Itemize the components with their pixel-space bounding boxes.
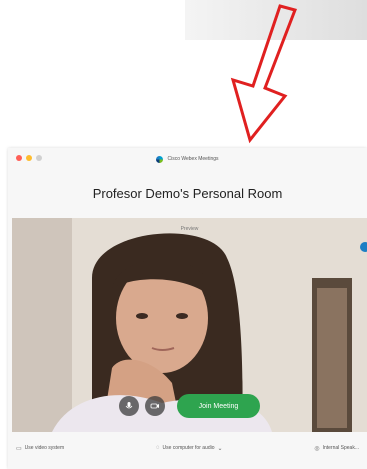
audio-connection-select[interactable]: ◌ Use computer for audio ⌄: [156, 445, 223, 452]
bottom-bar: ▭ Use video system ◌ Use computer for au…: [8, 438, 367, 458]
side-panel-toggle-icon[interactable]: [360, 242, 367, 252]
window-controls: [16, 155, 42, 161]
headset-icon: ◌: [155, 445, 160, 451]
camera-icon: [150, 403, 159, 409]
zoom-window-icon[interactable]: [36, 155, 42, 161]
webex-logo-icon: [156, 155, 164, 163]
app-title-text: Cisco Webex Meetings: [167, 156, 219, 162]
title-bar: Cisco Webex Meetings: [8, 148, 367, 170]
speaker-select[interactable]: ◎ Internal Speak...: [314, 445, 359, 452]
join-meeting-button[interactable]: Join Meeting: [176, 394, 261, 418]
speaker-label: Internal Speak...: [322, 445, 359, 451]
webex-window: Cisco Webex Meetings Profesor Demo's Per…: [8, 148, 367, 469]
app-title: Cisco Webex Meetings: [156, 155, 219, 163]
chevron-down-icon: ⌄: [217, 445, 223, 452]
video-preview: Preview Join Meeting: [12, 218, 367, 432]
speaker-icon: ◎: [314, 445, 320, 452]
annotation-arrow-icon: [230, 4, 297, 144]
minimize-window-icon[interactable]: [26, 155, 32, 161]
use-video-system-label: Use video system: [24, 445, 65, 451]
microphone-icon: [125, 402, 132, 409]
preview-controls: Join Meeting: [12, 394, 367, 418]
preview-label: Preview: [180, 226, 199, 232]
room-title: Profesor Demo's Personal Room: [92, 186, 283, 201]
audio-connection-label: Use computer for audio: [162, 445, 215, 451]
video-toggle-button[interactable]: [144, 396, 165, 416]
mute-button[interactable]: [118, 396, 139, 416]
close-window-icon[interactable]: [16, 155, 22, 161]
use-video-system-option[interactable]: ▭ Use video system: [16, 445, 64, 452]
video-system-icon: ▭: [16, 445, 22, 452]
